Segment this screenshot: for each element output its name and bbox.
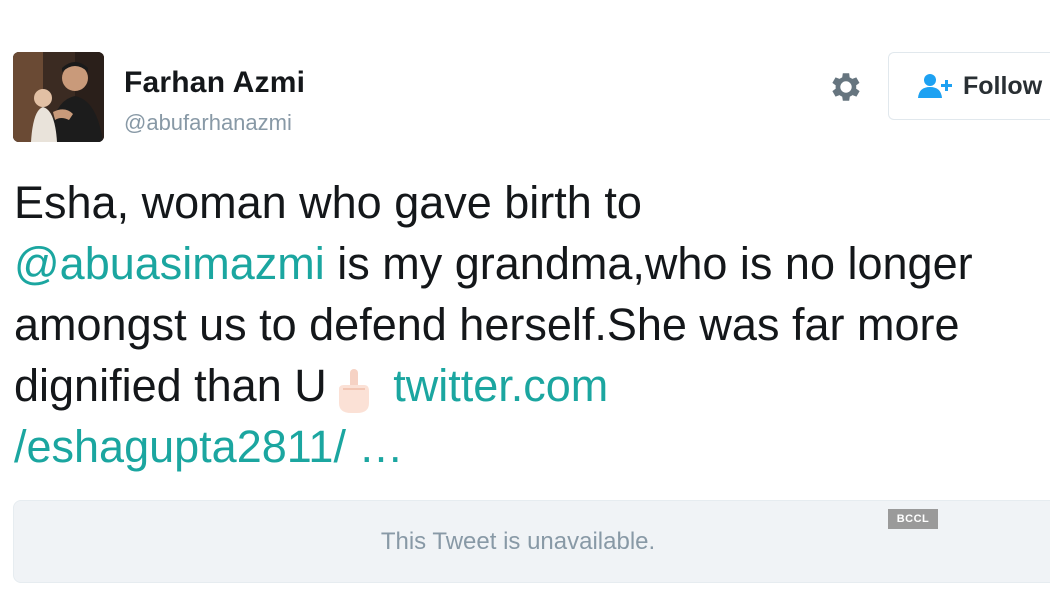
middle-finger-emoji-icon <box>331 367 377 415</box>
avatar[interactable] <box>13 52 104 142</box>
mention-link[interactable]: @abuasimazmi <box>14 238 325 289</box>
follow-button[interactable]: Follow <box>888 52 1050 120</box>
tweet-text: Esha, woman who gave birth to @abuasimazm… <box>14 172 1044 477</box>
add-user-icon <box>917 73 953 99</box>
follow-label: Follow <box>963 71 1043 100</box>
tweet-link-part-1[interactable]: twitter.com <box>393 360 608 411</box>
profile-photo-icon <box>13 52 104 142</box>
gear-icon[interactable] <box>827 68 865 106</box>
user-handle[interactable]: @abufarhanazmi <box>124 110 292 136</box>
tweet-link-part-2[interactable]: /eshagupta2811/ … <box>14 421 403 472</box>
tweet-screenshot: Farhan Azmi @abufarhanazmi Follow Esha, … <box>0 0 1050 600</box>
tweet-text-part-1: Esha, woman who gave birth to <box>14 177 642 228</box>
unavailable-message: This Tweet is unavailable. <box>380 527 656 555</box>
display-name[interactable]: Farhan Azmi <box>124 66 305 100</box>
bccl-watermark: BCCL <box>888 509 938 529</box>
